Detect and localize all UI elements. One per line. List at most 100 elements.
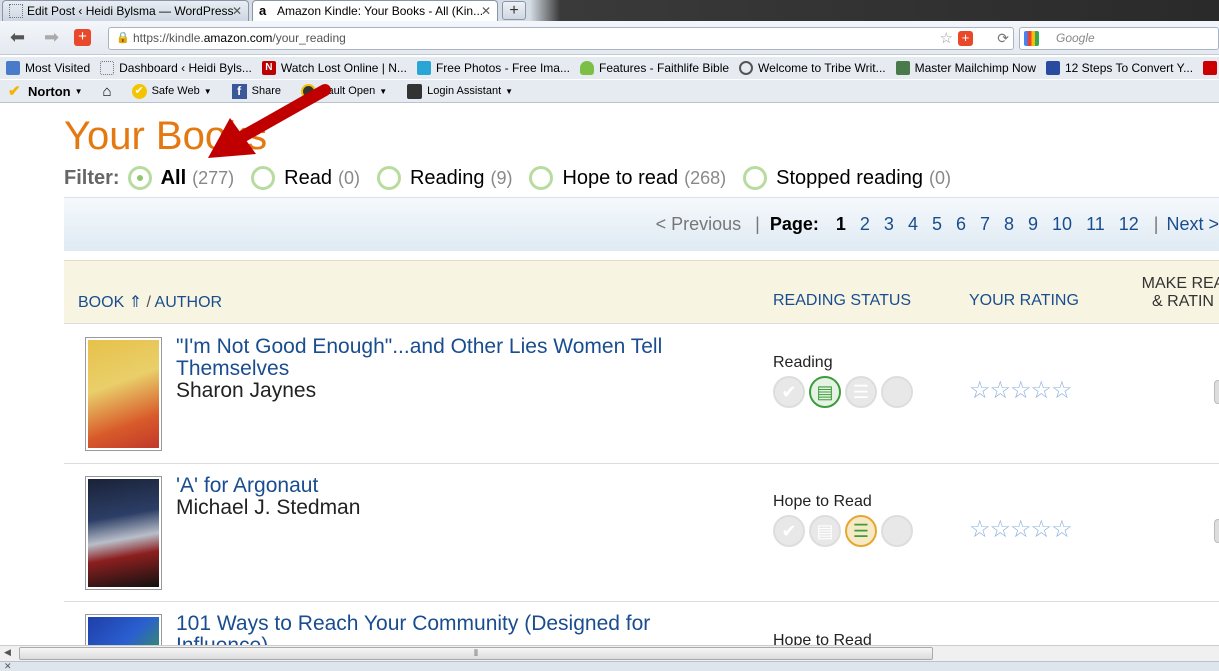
- bookmark-label: Dashboard ‹ Heidi Byls...: [119, 61, 252, 75]
- google-icon: [1024, 31, 1039, 46]
- filter-option-stopped-reading[interactable]: Stopped reading (0): [743, 166, 951, 190]
- read-check-icon[interactable]: ✔: [773, 376, 805, 408]
- bookmark-item[interactable]: Free Photos - Free Ima...: [416, 61, 570, 75]
- page-link[interactable]: 7: [980, 214, 990, 235]
- tab-wordpress[interactable]: Edit Post ‹ Heidi Bylsma — WordPress ✕: [2, 0, 249, 21]
- bookmark-item[interactable]: Dashboard ‹ Heidi Byls...: [100, 61, 252, 75]
- page-link[interactable]: 5: [932, 214, 942, 235]
- page-link[interactable]: 11: [1086, 214, 1105, 235]
- star-icon[interactable]: ☆: [940, 28, 953, 49]
- reading-book-icon[interactable]: ▤: [809, 376, 841, 408]
- close-icon[interactable]: ✕: [232, 4, 242, 18]
- page-link[interactable]: 10: [1052, 214, 1072, 235]
- filter-name: Reading: [409, 166, 485, 189]
- url-bar[interactable]: 🔒 https://kindle.amazon.com/your_reading…: [108, 27, 1014, 50]
- addon-plus-icon[interactable]: +: [958, 31, 973, 46]
- stopped-icon[interactable]: [881, 376, 913, 408]
- filter-count: (0): [337, 167, 360, 188]
- filter-name: Hope to read: [562, 166, 679, 189]
- page-link[interactable]: 3: [884, 214, 894, 235]
- filter-name: Stopped reading: [776, 166, 923, 189]
- addon-plus-icon[interactable]: +: [74, 29, 91, 46]
- close-icon[interactable]: ✕: [481, 4, 491, 18]
- filter-name: All: [160, 166, 187, 189]
- book-cover[interactable]: [85, 476, 162, 590]
- chevron-down-icon: ▼: [379, 86, 388, 96]
- page-link-current: 1: [835, 214, 846, 234]
- book-cover-image: [88, 479, 159, 587]
- norton-button[interactable]: ✔ Norton ▼: [8, 84, 83, 99]
- chevron-down-icon: ▼: [74, 86, 83, 96]
- make-readable-toggle[interactable]: [1214, 380, 1219, 404]
- rating-stars[interactable]: ☆☆☆☆☆: [969, 515, 1073, 544]
- url-domain: amazon.com: [203, 31, 273, 45]
- filter-label: Filter:: [64, 166, 120, 189]
- page-icon: [9, 4, 23, 18]
- reading-book-icon[interactable]: ▤: [809, 515, 841, 547]
- rating-stars[interactable]: ☆☆☆☆☆: [969, 376, 1073, 405]
- stopped-icon[interactable]: [881, 515, 913, 547]
- forward-icon[interactable]: ➡: [44, 27, 59, 47]
- header-slash: /: [142, 294, 155, 311]
- bookmark-item[interactable]: Master Mailchimp Now: [895, 61, 1036, 75]
- scroll-left-icon[interactable]: ◀: [4, 647, 11, 658]
- make-readable-header: MAKE REA & RATIN: [1133, 275, 1219, 311]
- bookmark-item[interactable]: Features - Faithlife Bible: [579, 61, 729, 75]
- bookmark-item[interactable]: Most Visited: [6, 61, 90, 75]
- reload-icon[interactable]: ⟳: [997, 28, 1009, 49]
- tab-amazon[interactable]: a Amazon Kindle: Your Books - All (Kin..…: [252, 0, 498, 21]
- horizontal-scrollbar[interactable]: ◀ ⦀: [0, 645, 1219, 661]
- laptop-icon: [1203, 61, 1218, 75]
- tab-bar: Edit Post ‹ Heidi Bylsma — WordPress ✕ a…: [0, 0, 1219, 21]
- sort-book-link[interactable]: BOOK: [78, 294, 124, 311]
- radio-icon[interactable]: [127, 166, 152, 190]
- page-link[interactable]: 2: [860, 214, 870, 235]
- reading-status-header[interactable]: READING STATUS: [773, 292, 911, 310]
- annotation-arrow: [208, 84, 331, 158]
- home-icon: ⌂: [102, 82, 112, 100]
- page-link[interactable]: 4: [908, 214, 918, 235]
- read-check-icon[interactable]: ✔: [773, 515, 805, 547]
- next-link[interactable]: Next >: [1166, 214, 1219, 235]
- radio-icon[interactable]: [743, 166, 768, 190]
- hope-stack-icon[interactable]: ☰: [845, 376, 877, 408]
- tab-label: Edit Post ‹ Heidi Bylsma — WordPress: [27, 4, 234, 18]
- table-row: 'A' for Argonaut Michael J. Stedman Hope…: [64, 464, 1219, 602]
- previous-link[interactable]: < Previous: [656, 214, 742, 235]
- radio-icon[interactable]: [376, 166, 401, 190]
- status-buttons: ✔ ▤ ☰: [773, 515, 917, 547]
- page-link[interactable]: 8: [1004, 214, 1014, 235]
- table-row: "I'm Not Good Enough"...and Other Lies W…: [64, 325, 1219, 464]
- new-tab-button[interactable]: +: [502, 1, 526, 20]
- table-header: BOOK ⇑ / AUTHOR READING STATUS YOUR RATI…: [64, 260, 1219, 324]
- search-input[interactable]: Google: [1019, 27, 1219, 50]
- close-icon[interactable]: ✕: [4, 661, 12, 671]
- page-link[interactable]: 9: [1028, 214, 1038, 235]
- hope-stack-icon[interactable]: ☰: [845, 515, 877, 547]
- filter-option-reading[interactable]: Reading (9): [376, 166, 512, 190]
- login-assistant-button[interactable]: Login Assistant ▼: [407, 83, 513, 99]
- sort-author-link[interactable]: AUTHOR: [155, 294, 223, 311]
- book-cover[interactable]: [85, 337, 162, 451]
- mailchimp-icon: [895, 61, 910, 75]
- bookmark-item[interactable]: Welcome to Tribe Writ...: [739, 61, 886, 75]
- scrollbar-thumb[interactable]: ⦀: [19, 647, 933, 660]
- norton-label: Norton: [28, 83, 71, 99]
- bookmark-item[interactable]: Ho: [1203, 61, 1219, 75]
- make-readable-toggle[interactable]: [1214, 519, 1219, 543]
- bookmark-item[interactable]: 12 Steps To Convert Y...: [1046, 61, 1193, 75]
- pager-separator: |: [1153, 214, 1159, 234]
- back-icon[interactable]: ⬅: [10, 27, 25, 47]
- bookmark-item[interactable]: N Watch Lost Online | N...: [261, 61, 407, 75]
- book-title-link[interactable]: "I'm Not Good Enough"...and Other Lies W…: [176, 336, 716, 380]
- page-link[interactable]: 12: [1119, 214, 1139, 235]
- your-rating-header[interactable]: YOUR RATING: [969, 292, 1079, 310]
- amazon-icon: a: [259, 3, 267, 18]
- book-title-link[interactable]: 'A' for Argonaut: [176, 475, 716, 497]
- bookmark-label: Master Mailchimp Now: [914, 61, 1036, 75]
- radio-icon[interactable]: [529, 166, 554, 190]
- filter-option-hope-to-read[interactable]: Hope to read (268): [529, 166, 726, 190]
- home-button[interactable]: ⌂: [103, 83, 112, 100]
- page-link[interactable]: 6: [956, 214, 966, 235]
- reading-status-text: Hope to Read: [773, 493, 872, 510]
